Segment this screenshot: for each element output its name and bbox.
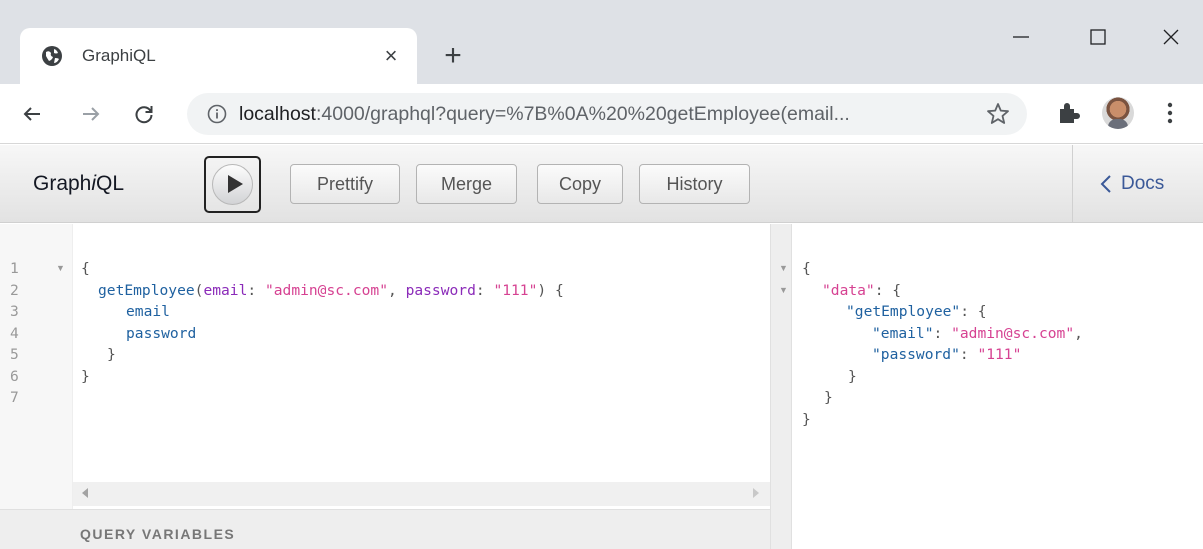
merge-button[interactable]: Merge: [416, 164, 517, 204]
query-editor[interactable]: 1 2 3 4 5 6 7 ▼ { getEmployee(email: "ad…: [0, 224, 770, 549]
result-line: "getEmployee": {: [846, 303, 987, 320]
puzzle-icon[interactable]: [1055, 99, 1083, 127]
query-variables-title: QUERY VARIABLES: [80, 526, 236, 542]
line-number: 4: [10, 324, 19, 342]
reload-icon[interactable]: [128, 98, 160, 130]
chevron-left-icon: [1100, 175, 1111, 193]
line-number: 2: [10, 281, 19, 299]
result-line: }: [848, 367, 857, 385]
copy-button[interactable]: Copy: [537, 164, 623, 204]
line-number: 7: [10, 389, 19, 406]
browser-toolbar: localhost:4000/graphql?query=%7B%0A%20%2…: [0, 84, 1203, 144]
history-button[interactable]: History: [639, 164, 750, 204]
close-tab-icon[interactable]: ×: [378, 43, 404, 69]
browser-tab[interactable]: GraphiQL ×: [20, 28, 417, 84]
avatar[interactable]: [1102, 97, 1134, 129]
forward-arrow-icon[interactable]: [75, 98, 107, 130]
url-text: localhost:4000/graphql?query=%7B%0A%20%2…: [239, 103, 850, 125]
result-line: "email": "admin@sc.com",: [872, 324, 1083, 342]
result-line: "password": "111": [872, 346, 1022, 363]
docs-button[interactable]: Docs: [1099, 145, 1164, 223]
execute-query-button[interactable]: [204, 156, 261, 213]
tab-title: GraphiQL: [82, 46, 156, 65]
result-line: }: [802, 410, 811, 428]
graphiql-logo: GraphiQL: [33, 172, 125, 195]
result-line: }: [824, 389, 833, 406]
horizontal-scrollbar[interactable]: [73, 482, 770, 506]
fold-arrow-icon[interactable]: ▼: [779, 280, 788, 302]
scroll-left-icon[interactable]: [82, 488, 88, 498]
prettify-button[interactable]: Prettify: [290, 164, 400, 204]
maximize-icon[interactable]: [1060, 0, 1136, 74]
address-bar[interactable]: localhost:4000/graphql?query=%7B%0A%20%2…: [187, 93, 1027, 135]
info-icon[interactable]: [207, 104, 227, 124]
back-arrow-icon[interactable]: [16, 98, 48, 130]
code-line: password: [126, 324, 197, 342]
result-viewer: { "data": { "getEmployee": { "email": "a…: [792, 224, 1203, 549]
plus-icon[interactable]: +: [436, 39, 470, 73]
docs-label: Docs: [1121, 173, 1165, 194]
result-line: {: [802, 260, 811, 277]
fold-arrow-icon[interactable]: ▼: [56, 258, 65, 280]
code-line: {: [81, 260, 90, 277]
code-line: }: [81, 367, 90, 385]
code-line: getEmployee(email: "admin@sc.com", passw…: [98, 281, 564, 299]
code-line: email: [126, 303, 170, 320]
globe-icon: [42, 46, 62, 66]
query-variables-bar[interactable]: QUERY VARIABLES: [0, 509, 770, 549]
docs-divider: [1072, 145, 1073, 223]
line-number-gutter: 1 2 3 4 5 6 7 ▼: [0, 224, 73, 549]
star-icon[interactable]: [985, 101, 1011, 127]
play-icon: [228, 175, 243, 193]
graphiql-topbar: GraphiQL Prettify Merge Copy History Doc…: [0, 145, 1203, 223]
line-number: 6: [10, 367, 19, 385]
result-line: "data": {: [822, 281, 902, 299]
browser-titlebar: GraphiQL × +: [0, 0, 1203, 84]
line-number: 5: [10, 346, 19, 363]
scroll-right-icon[interactable]: [753, 488, 759, 498]
editor-splitter[interactable]: ▼ ▼: [770, 224, 792, 549]
close-window-icon[interactable]: [1133, 0, 1203, 74]
line-number: 3: [10, 303, 19, 320]
line-number: 1: [10, 260, 19, 277]
code-line: }: [107, 346, 116, 363]
kebab-menu-icon[interactable]: [1160, 99, 1180, 127]
minimize-icon[interactable]: [983, 0, 1059, 74]
fold-arrow-icon[interactable]: ▼: [779, 258, 788, 280]
